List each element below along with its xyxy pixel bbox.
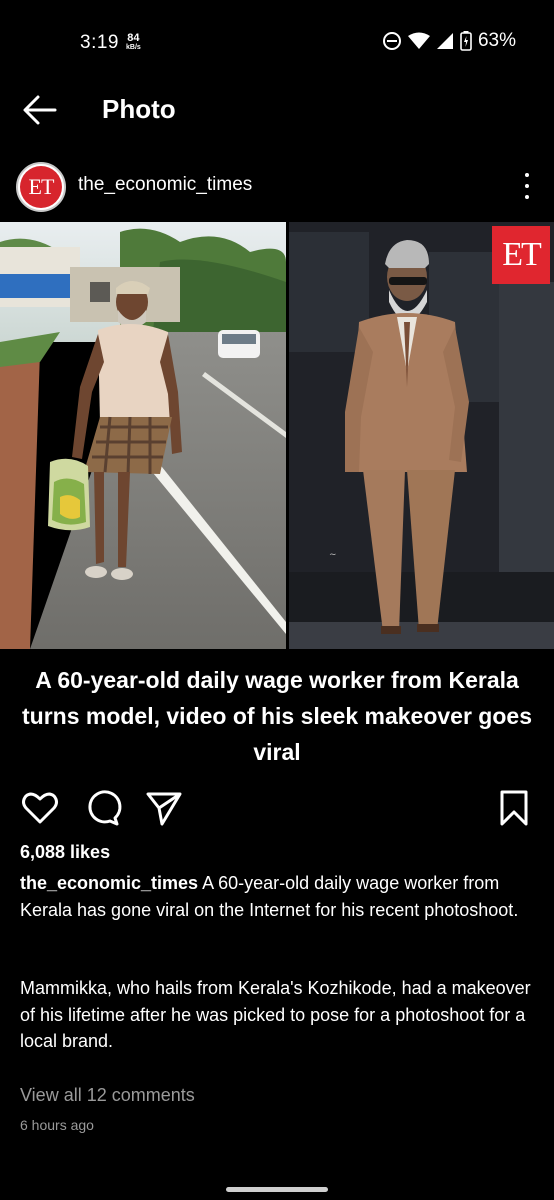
post-timestamp: 6 hours ago	[20, 1117, 94, 1133]
post-actions	[0, 788, 554, 832]
network-speed-unit: kB/s	[126, 44, 141, 51]
heart-icon	[22, 792, 58, 824]
page-title: Photo	[102, 94, 176, 124]
caption-paragraph-2: Mammikka, who hails from Kerala's Kozhik…	[20, 978, 531, 1051]
comment-icon	[88, 790, 122, 826]
status-bar: 3:19 84 kB/s 63%	[0, 0, 554, 86]
comment-button[interactable]	[82, 788, 122, 828]
battery-icon	[460, 31, 472, 51]
post-header: ET the_economic_times	[0, 158, 554, 214]
home-indicator[interactable]	[226, 1187, 328, 1192]
like-button[interactable]	[20, 788, 60, 828]
image-headline: A 60-year-old daily wage worker from Ker…	[21, 667, 532, 760]
app-bar: Photo	[0, 86, 554, 136]
wifi-icon	[407, 32, 430, 49]
likes-count[interactable]: 6,088 likes	[20, 842, 110, 863]
more-options-button[interactable]	[522, 173, 532, 199]
avatar-logo: ET	[20, 166, 62, 208]
view-comments-link[interactable]: View all 12 comments	[20, 1085, 195, 1106]
share-button[interactable]	[144, 788, 184, 828]
send-icon	[146, 792, 182, 826]
battery-percent: 63%	[477, 30, 516, 51]
status-time: 3:19	[80, 32, 119, 53]
svg-text:~: ~	[329, 550, 337, 560]
caption-username[interactable]: the_economic_times	[20, 873, 198, 893]
next-post-peek: ​	[20, 1188, 140, 1198]
back-button[interactable]	[22, 94, 58, 126]
post-image[interactable]: ~ ET A 60-year-old daily wage worker fro…	[0, 222, 554, 760]
photo-before-illustration	[0, 222, 286, 649]
status-icons: 63%	[382, 30, 516, 52]
bookmark-icon	[500, 790, 528, 826]
network-speed: 84 kB/s	[126, 33, 141, 53]
caption: the_economic_times A 60-year-old daily w…	[20, 870, 540, 923]
arrow-left-icon	[23, 95, 57, 125]
et-badge: ET	[492, 226, 550, 284]
post-username[interactable]: the_economic_times	[78, 174, 252, 196]
more-vertical-icon	[525, 173, 529, 177]
photo-after-illustration: ~	[289, 222, 554, 649]
photo-before	[0, 222, 286, 649]
cell-signal-icon	[436, 33, 453, 49]
save-button[interactable]	[494, 788, 534, 828]
photo-after: ~ ET	[289, 222, 554, 649]
avatar[interactable]: ET	[16, 162, 66, 212]
do-not-disturb-icon	[382, 32, 401, 50]
